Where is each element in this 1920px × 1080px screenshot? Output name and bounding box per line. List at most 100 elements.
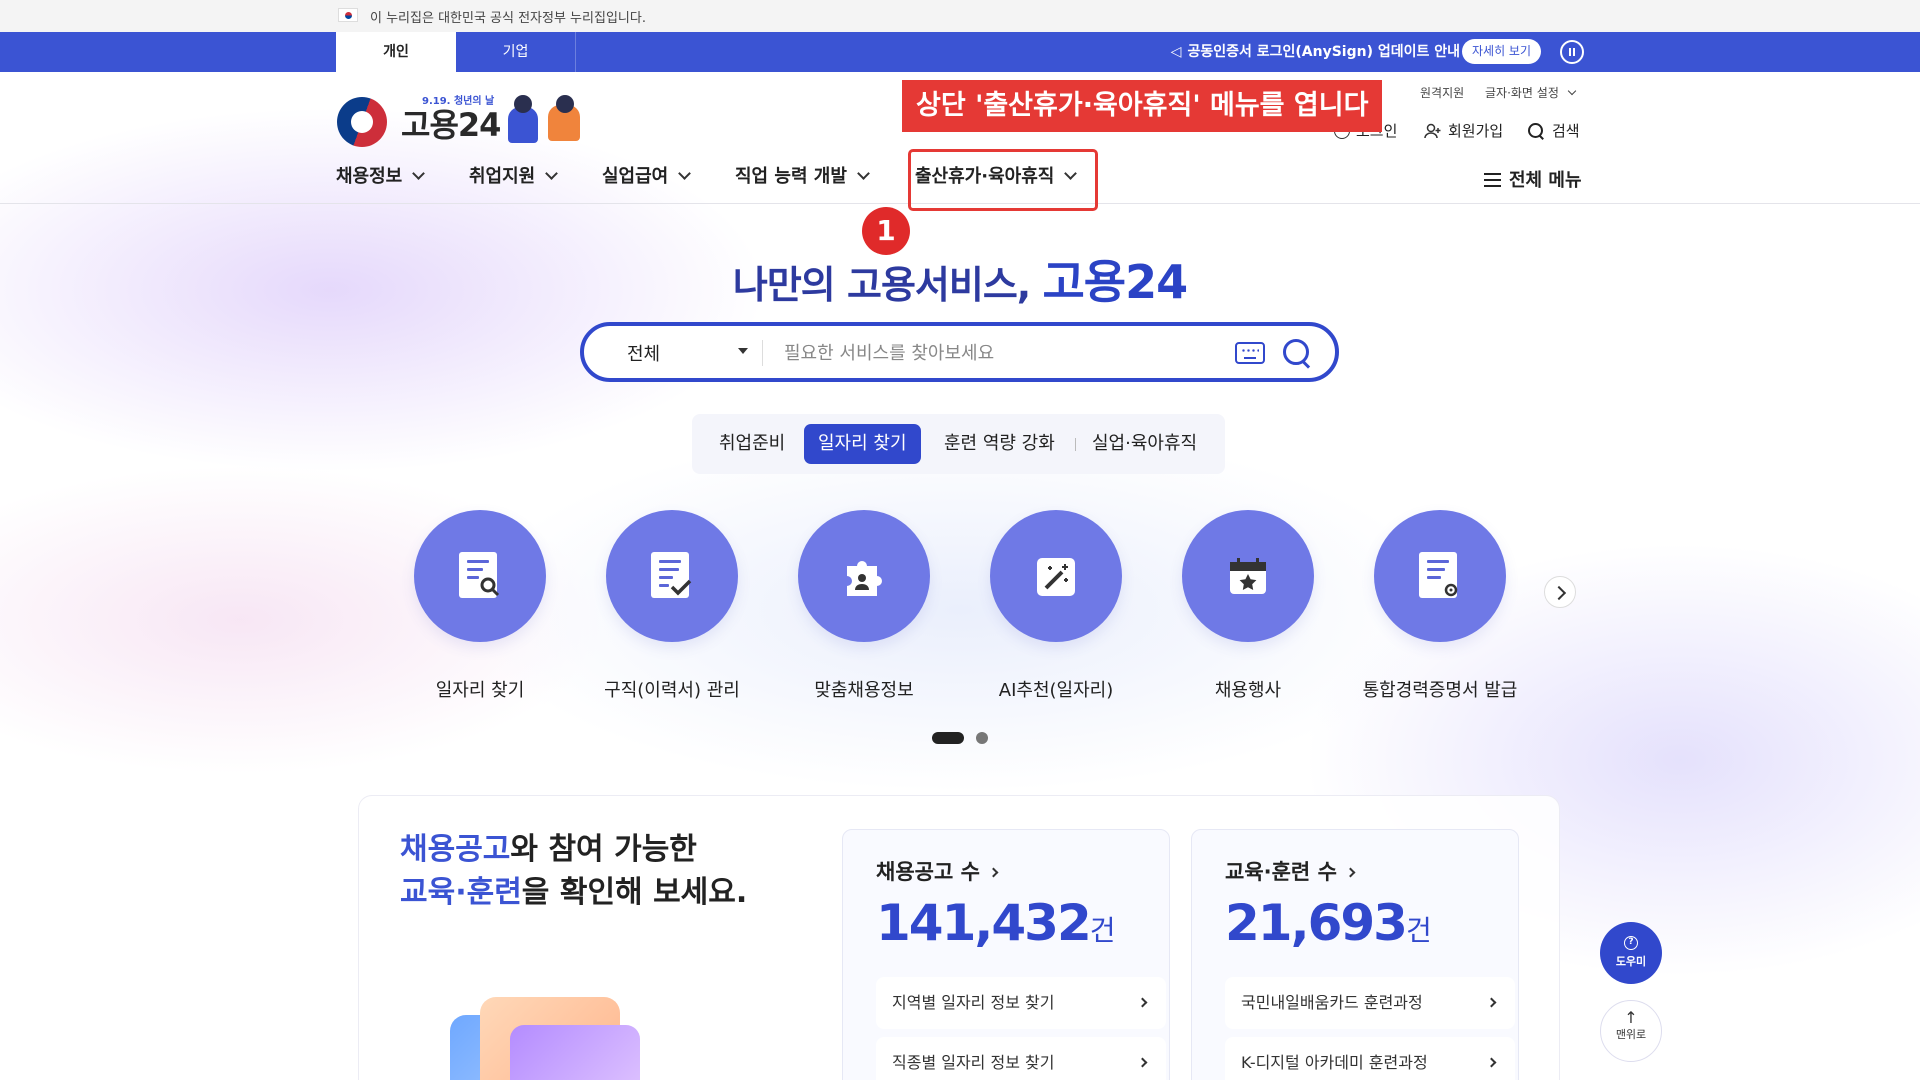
header-search-link[interactable]: 검색	[1528, 120, 1580, 141]
youth-day-illustration-icon	[502, 95, 597, 145]
nav-item-employment-support[interactable]: 취업지원	[469, 162, 559, 188]
search-input[interactable]	[784, 338, 1204, 368]
hamburger-icon	[1484, 173, 1501, 187]
training-title[interactable]: 교육·훈련 수	[1225, 856, 1356, 886]
all-menu-label: 전체 메뉴	[1509, 170, 1582, 191]
occupation-job-link[interactable]: 직종별 일자리 정보 찾기	[876, 1037, 1166, 1080]
detail-button[interactable]: 자세히 보기	[1462, 39, 1542, 64]
stat-title-text: 교육·훈련 수	[1225, 860, 1337, 884]
puzzle-person-icon	[847, 561, 882, 596]
tab-personal[interactable]: 개인	[336, 32, 456, 72]
tab-training[interactable]: 훈련 역량 강화	[944, 424, 1055, 464]
signup-link[interactable]: 회원가입	[1424, 120, 1503, 141]
scroll-top-button[interactable]: ↑ 맨위로	[1600, 1000, 1662, 1062]
notice-text: 공동인증서 로그인(AnySign) 업데이트 안내	[1187, 44, 1460, 60]
region-job-link[interactable]: 지역별 일자리 정보 찾기	[876, 977, 1166, 1029]
nav-item-label: 직업 능력 개발	[735, 166, 847, 187]
chevron-down-icon	[1567, 86, 1576, 96]
page: 이 누리집은 대한민국 공식 전자정부 누리집입니다. 개인 기업 ◁ 공동인증서…	[0, 0, 1920, 1080]
stat-unit: 건	[1089, 914, 1116, 947]
carousel-next-button[interactable]	[1544, 576, 1576, 608]
question-icon: ?	[1624, 936, 1638, 950]
chevron-down-icon	[412, 167, 426, 180]
caret-down-icon	[738, 348, 748, 354]
service-circle	[606, 510, 738, 642]
pause-icon[interactable]	[1560, 40, 1584, 64]
step-number-badge: 1	[862, 207, 910, 255]
nav-item-unemployment-benefit[interactable]: 실업급여	[602, 162, 692, 188]
service-label: AI추천(일자리)	[998, 680, 1114, 701]
helper-button[interactable]: ? 도우미	[1600, 922, 1662, 984]
helper-label: 도우미	[1615, 955, 1647, 968]
service-job-search[interactable]: 일자리 찾기	[385, 510, 575, 702]
logo[interactable]: 고용24 9.19. 청년의 날	[337, 92, 607, 152]
all-menu-button[interactable]: 전체 메뉴	[1484, 166, 1582, 192]
job-postings-title[interactable]: 채용공고 수	[876, 856, 999, 886]
panel-headline: 채용공고와 참여 가능한 교육·훈련을 확인해 보세요.	[400, 828, 747, 914]
chevron-right-icon	[988, 867, 999, 878]
headline-accent: 채용공고	[400, 832, 511, 867]
headline-text: 을 확인해 보세요.	[521, 875, 748, 910]
k-digital-course-link[interactable]: K-디지털 아카데미 훈련과정	[1225, 1037, 1515, 1080]
tab-unemployment-leave[interactable]: 실업·육아휴직	[1092, 424, 1197, 464]
service-career-certificate[interactable]: 통합경력증명서 발급	[1345, 510, 1535, 702]
chevron-right-icon	[1345, 867, 1356, 878]
user-plus-icon	[1424, 123, 1442, 139]
scroll-top-label: 맨위로	[1615, 1028, 1647, 1041]
chevron-right-icon	[1486, 1057, 1497, 1068]
search-category-select[interactable]: 전체	[627, 340, 660, 366]
search-submit-icon[interactable]	[1282, 338, 1314, 370]
service-circle	[798, 510, 930, 642]
job-postings-card: 채용공고 수 141,432건 지역별 일자리 정보 찾기 직종별 일자리 정보…	[842, 829, 1170, 1080]
notice-link[interactable]: ◁ 공동인증서 로그인(AnySign) 업데이트 안내	[1171, 41, 1460, 61]
stat-link-label: 국민내일배움카드 훈련과정	[1241, 993, 1423, 1012]
tab-job-prep[interactable]: 취업준비	[719, 424, 785, 464]
nav-item-label: 취업지원	[469, 166, 536, 187]
learning-card-course-link[interactable]: 국민내일배움카드 훈련과정	[1225, 977, 1515, 1029]
stat-link-label: 지역별 일자리 정보 찾기	[892, 993, 1055, 1012]
stat-number: 141,432	[876, 894, 1092, 952]
service-resume[interactable]: 구직(이력서) 관리	[577, 510, 767, 702]
tab-company[interactable]: 기업	[456, 32, 576, 72]
arrow-up-icon: ↑	[1624, 1008, 1638, 1027]
header-search-label: 검색	[1552, 122, 1580, 140]
service-label: 구직(이력서) 관리	[604, 680, 740, 701]
calendar-star-icon	[1230, 558, 1266, 594]
remote-support-link[interactable]: 원격지원	[1420, 84, 1464, 101]
text-settings-link[interactable]: 글자·화면 설정	[1485, 84, 1576, 101]
nav-item-label: 채용정보	[336, 166, 403, 187]
carousel-dot-active[interactable]	[932, 732, 964, 744]
megaphone-icon: ◁	[1170, 44, 1182, 60]
service-ai-recommend[interactable]: AI추천(일자리)	[961, 510, 1151, 702]
tab-job-search[interactable]: 일자리 찾기	[804, 424, 921, 464]
service-circle	[990, 510, 1122, 642]
service-label: 채용행사	[1214, 680, 1282, 701]
carousel-dot[interactable]	[976, 732, 988, 744]
search-icon	[1528, 123, 1544, 139]
nav-item-jobs[interactable]: 채용정보	[336, 162, 426, 188]
gov-banner: 이 누리집은 대한민국 공식 전자정부 누리집입니다.	[0, 0, 1920, 32]
virtual-keyboard-icon[interactable]	[1235, 342, 1265, 364]
tab-separator	[1075, 438, 1076, 451]
stat-link-label: 직종별 일자리 정보 찾기	[892, 1053, 1055, 1072]
stat-title-text: 채용공고 수	[876, 860, 980, 884]
top-strip	[0, 32, 1920, 72]
signup-label: 회원가입	[1448, 122, 1504, 140]
certificate-icon	[1419, 552, 1461, 600]
annotation-highlight-box	[908, 149, 1098, 211]
chevron-right-icon	[1137, 1057, 1148, 1068]
service-custom-jobs[interactable]: 맞춤채용정보	[769, 510, 959, 702]
category-tabs: 취업준비 일자리 찾기 훈련 역량 강화 실업·육아휴직	[692, 414, 1225, 474]
service-label: 통합경력증명서 발급	[1362, 680, 1518, 701]
chevron-down-icon	[545, 167, 559, 180]
service-circle	[1374, 510, 1506, 642]
chevron-right-icon	[1137, 997, 1148, 1008]
chevron-right-icon	[1486, 997, 1497, 1008]
service-label: 맞춤채용정보	[814, 680, 914, 701]
service-job-fair[interactable]: 채용행사	[1153, 510, 1343, 702]
nav-item-vocational-training[interactable]: 직업 능력 개발	[735, 162, 870, 188]
chevron-down-icon	[678, 167, 692, 180]
headline-text: 와 참여 가능한	[510, 832, 697, 867]
government-emblem-icon	[337, 97, 387, 147]
service-circle	[414, 510, 546, 642]
